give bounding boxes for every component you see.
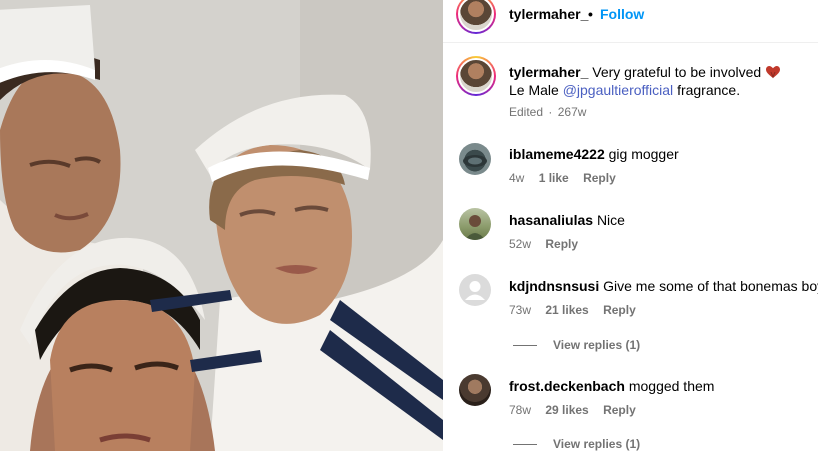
comment-age: 73w (509, 303, 532, 317)
caption-meta: Edited · 267w (509, 105, 597, 119)
comment-age: 78w (509, 403, 532, 417)
view-replies-button[interactable]: View replies (1) (513, 338, 640, 352)
commenter-photo-icon (463, 155, 487, 167)
caption-mention-link[interactable]: @jpgaultierofficial (563, 82, 673, 98)
comment-text-row: iblameme4222 gig mogger (509, 145, 679, 163)
default-user-icon (465, 281, 485, 300)
follow-button[interactable]: Follow (600, 6, 644, 22)
author-username[interactable]: tylermaher_ (509, 6, 588, 22)
comment-text-row: kdjndnsnsusi Give me some of that bonema… (509, 277, 818, 295)
comment-meta: 73w 21 likes Reply (509, 303, 647, 317)
view-replies-label: View replies (1) (553, 437, 641, 451)
post-photo-illustration (0, 0, 443, 451)
comment-body: gig mogger (608, 146, 679, 162)
commenter-photo-icon (465, 215, 485, 240)
comment-username[interactable]: frost.deckenbach (509, 378, 625, 394)
red-heart-hands-icon (766, 66, 781, 79)
post-caption: tylermaher_ Very grateful to be involved… (509, 63, 799, 99)
caption-text: Very grateful to be involved (592, 64, 762, 80)
comment-body: mogged them (628, 378, 715, 394)
comment-reply-button[interactable]: Reply (545, 237, 578, 251)
comment-reply-button[interactable]: Reply (603, 403, 636, 417)
post-photo (0, 0, 443, 451)
comment-reply-button[interactable]: Reply (603, 303, 636, 317)
comment-meta: 78w 29 likes Reply (509, 403, 647, 417)
caption-line2-suffix: fragrance. (677, 82, 741, 98)
comment-likes[interactable]: 29 likes (545, 403, 588, 417)
view-replies-line (513, 443, 537, 445)
comment-avatar[interactable] (459, 208, 491, 240)
author-avatar[interactable] (456, 0, 496, 34)
comment-username[interactable]: kdjndnsnsusi (509, 278, 599, 294)
view-replies-button[interactable]: View replies (1) (513, 437, 640, 451)
comment-body: Give me some of that bonemas boy (603, 278, 818, 294)
caption-age: 267w (557, 105, 587, 119)
comment-avatar[interactable] (459, 274, 491, 306)
comment-username[interactable]: hasanaliulas (509, 212, 593, 228)
comment-age: 4w (509, 171, 525, 185)
comment-avatar[interactable] (459, 143, 491, 175)
comment-text-row: frost.deckenbach mogged them (509, 377, 714, 395)
view-replies-label: View replies (1) (553, 338, 641, 352)
comment-likes[interactable]: 1 like (539, 171, 569, 185)
comment-reply-button[interactable]: Reply (583, 171, 616, 185)
caption-username[interactable]: tylermaher_ (509, 64, 588, 80)
header-separator: • (588, 6, 593, 22)
post-sidebar: tylermaher_ • Follow tylermaher_ Very gr… (443, 0, 818, 451)
comment-text-row: hasanaliulas Nice (509, 211, 625, 229)
post-header: tylermaher_ • Follow (443, 0, 818, 43)
comment-meta: 4w 1 like Reply (509, 171, 627, 185)
caption-line2-prefix: Le Male (509, 82, 559, 98)
comment-meta: 52w Reply (509, 237, 589, 251)
view-replies-line (513, 344, 537, 346)
comment-username[interactable]: iblameme4222 (509, 146, 605, 162)
edited-label: Edited (509, 105, 544, 119)
caption-meta-dot: · (548, 105, 553, 119)
caption-author-avatar[interactable] (456, 56, 496, 96)
comment-body: Nice (596, 212, 625, 228)
comment-likes[interactable]: 21 likes (545, 303, 588, 317)
comment-age: 52w (509, 237, 532, 251)
comment-avatar[interactable] (459, 374, 491, 406)
